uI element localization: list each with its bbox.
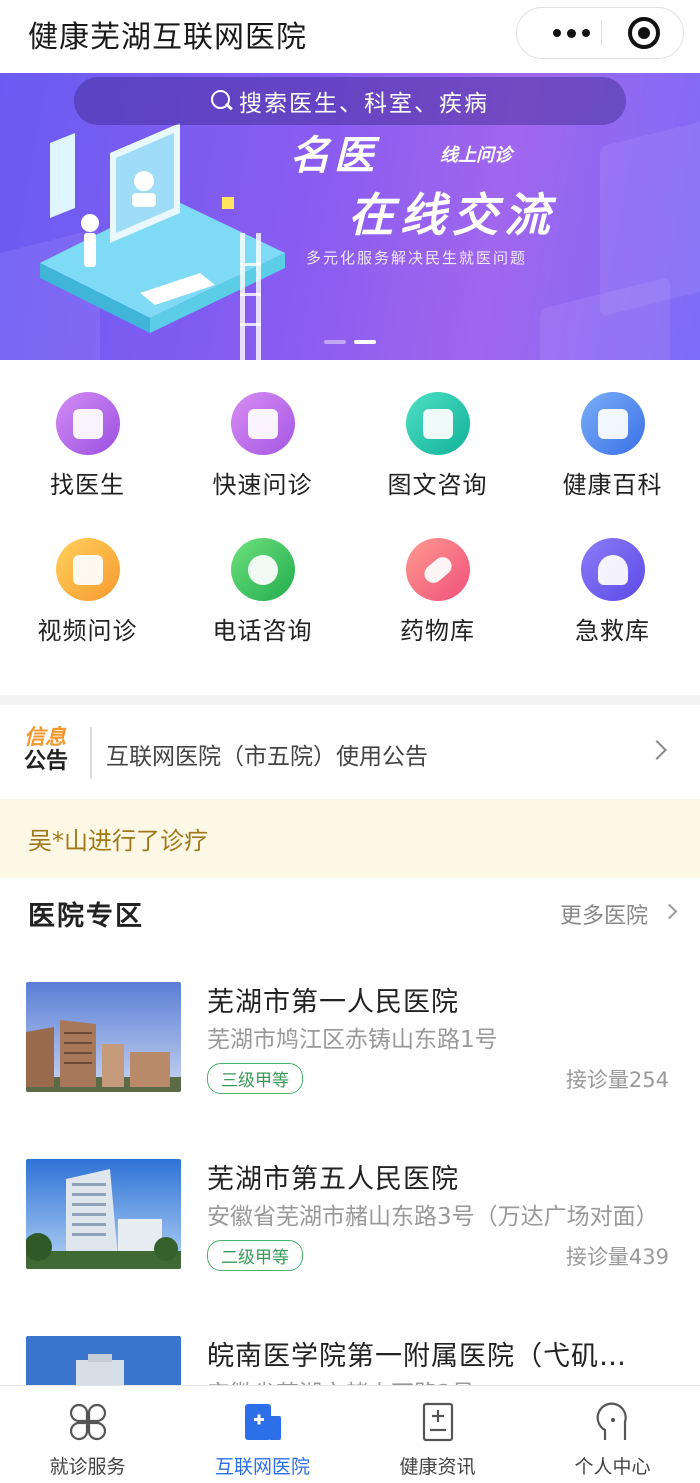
consult-count: 接诊量439 [565, 1245, 669, 1269]
search-placeholder: 搜索医生、科室、疾病 [239, 91, 489, 117]
notice-brand-bottom: 公告 [24, 749, 69, 774]
clover-icon [66, 1400, 110, 1444]
service-label: 健康百科 [562, 471, 663, 499]
hospital-level-badge: 三级甲等 [207, 1063, 303, 1094]
capsule-divider [601, 20, 602, 46]
chevron-right-icon [647, 740, 667, 760]
activity-ticker: 吴*山进行了诊疗 [0, 799, 700, 878]
pill-icon [405, 538, 470, 601]
hospital-plus-icon [241, 1400, 285, 1444]
service-label: 急救库 [575, 617, 650, 645]
service-label: 电话咨询 [212, 617, 313, 645]
notice-divider [90, 727, 92, 779]
encyclopedia-icon [580, 392, 645, 455]
nav-header: 健康芜湖互联网医院 [0, 0, 700, 73]
consult-count: 接诊量254 [565, 1068, 669, 1092]
section-separator [0, 695, 700, 705]
video-icon [55, 538, 120, 601]
tab-personal-center[interactable]: 个人中心 [525, 1386, 700, 1483]
section-title: 医院专区 [28, 901, 144, 932]
notice-brand: 信息 公告 [24, 725, 80, 775]
illustration-laptop [40, 123, 285, 360]
tab-internet-hospital[interactable]: 互联网医院 [175, 1386, 350, 1483]
doctor-book-icon [55, 392, 120, 455]
service-drug-library[interactable]: 药物库 [350, 506, 525, 646]
quick-consult-icon [230, 392, 295, 455]
hospital-address: 安徽省芜湖市赭山东路3号（万达广场对面） [207, 1204, 659, 1230]
image-text-icon [405, 392, 470, 455]
service-quick-consult[interactable]: 快速问诊 [175, 360, 350, 500]
notice-brand-top: 信息 [24, 725, 66, 749]
service-label: 快速问诊 [212, 471, 313, 499]
service-label: 图文咨询 [387, 471, 488, 499]
banner-headline-2: 在线交流 [348, 188, 556, 242]
banner-tag: 线上问诊 [440, 145, 512, 166]
hospital-level-badge: 二级甲等 [207, 1240, 303, 1271]
bottom-tabbar: 就诊服务 互联网医院 健康资讯 个人中心 [0, 1385, 700, 1483]
notice-bar[interactable]: 信息 公告 互联网医院（市五院）使用公告 [0, 705, 700, 799]
chevron-right-icon [661, 903, 678, 920]
news-plus-icon [416, 1400, 460, 1444]
tab-health-news[interactable]: 健康资讯 [350, 1386, 525, 1483]
banner-tagline: 多元化服务解决民生就医问题 [306, 249, 528, 267]
tab-label: 就诊服务 [49, 1456, 126, 1478]
hospital-photo [26, 982, 181, 1092]
service-first-aid[interactable]: 急救库 [525, 506, 700, 646]
hospital-name: 皖南医学院第一附属医院（弋矶山医院） [207, 1341, 647, 1372]
tab-label: 互联网医院 [214, 1456, 310, 1478]
hospital-name: 芜湖市第一人民医院 [207, 987, 459, 1018]
service-video[interactable]: 视频问诊 [0, 506, 175, 646]
person-icon [591, 1400, 635, 1444]
banner-headline: 名医 [290, 133, 378, 179]
service-find-doctor[interactable]: 找医生 [0, 360, 175, 500]
search-icon [211, 90, 233, 112]
service-label: 药物库 [400, 617, 475, 645]
carousel-dots [324, 340, 376, 344]
more-hospitals-link[interactable]: 更多医院 [560, 898, 648, 930]
hospital-name: 芜湖市第五人民医院 [207, 1164, 459, 1195]
hospital-card[interactable]: 芜湖市第五人民医院 安徽省芜湖市赭山东路3号（万达广场对面） 二级甲等 接诊量4… [0, 1159, 700, 1337]
promo-banner[interactable]: 搜索医生、科室、疾病 名医 线上问诊 在线交流 多元化服务解决民生就医问题 [0, 73, 700, 360]
service-label: 视频问诊 [37, 617, 138, 645]
heart-plus-icon [580, 538, 645, 601]
phone-icon [230, 538, 295, 601]
mini-program-capsule [516, 7, 684, 59]
service-image-text[interactable]: 图文咨询 [350, 360, 525, 500]
close-target-icon[interactable] [628, 17, 660, 49]
more-icon[interactable] [541, 8, 601, 58]
app-title: 健康芜湖互联网医院 [28, 20, 307, 55]
tab-visit-service[interactable]: 就诊服务 [0, 1386, 175, 1483]
hospital-photo [26, 1159, 181, 1269]
ticker-text: 吴*山进行了诊疗 [28, 827, 208, 855]
search-bar[interactable]: 搜索医生、科室、疾病 [74, 77, 626, 125]
service-grid: 找医生 快速问诊 图文咨询 健康百科 视频问诊 电话咨询 药物库 急救库 [0, 360, 700, 695]
hospital-address: 芜湖市鸠江区赤铸山东路1号 [207, 1027, 498, 1053]
service-label: 找医生 [50, 471, 125, 499]
notice-text: 互联网医院（市五院）使用公告 [106, 744, 428, 770]
hospital-card[interactable]: 芜湖市第一人民医院 芜湖市鸠江区赤铸山东路1号 三级甲等 接诊量254 [0, 982, 700, 1160]
tab-label: 健康资讯 [399, 1456, 476, 1478]
service-phone[interactable]: 电话咨询 [175, 506, 350, 646]
tab-label: 个人中心 [574, 1456, 651, 1478]
service-encyclopedia[interactable]: 健康百科 [525, 360, 700, 500]
